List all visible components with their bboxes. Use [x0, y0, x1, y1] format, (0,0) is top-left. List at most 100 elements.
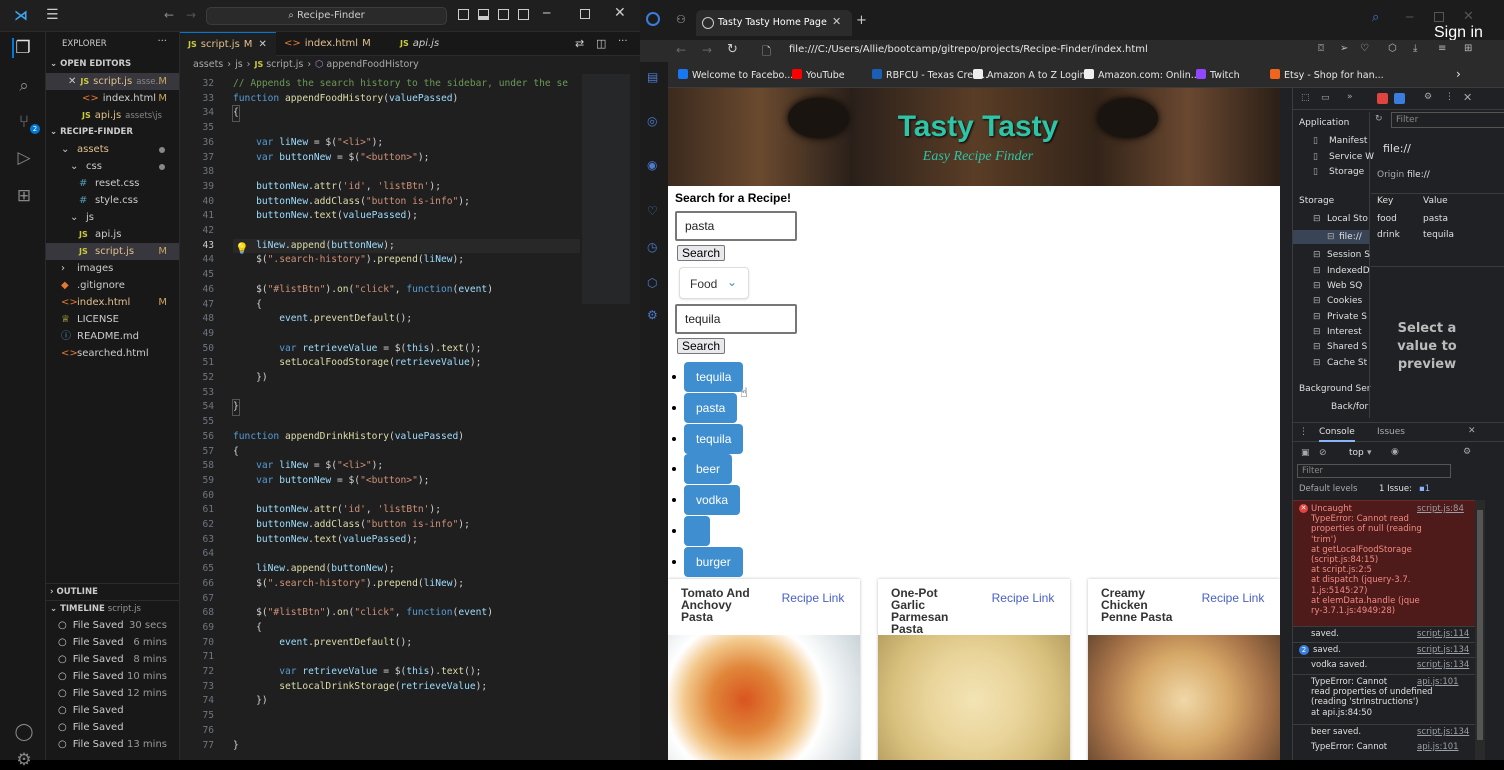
edge-profile-icon[interactable] — [646, 12, 660, 26]
back-icon[interactable]: ← — [676, 43, 686, 57]
tree-item[interactable]: ♕ LICENSE — [46, 311, 179, 328]
tree-item[interactable]: ◆ .gitignore — [46, 277, 179, 294]
eye-icon[interactable]: ◉ — [1391, 447, 1399, 457]
back-arrow-icon[interactable]: ← — [164, 8, 174, 22]
history-button[interactable]: burger — [684, 546, 743, 577]
maximize-icon[interactable] — [1434, 12, 1444, 22]
more-tabs-icon[interactable]: » — [1347, 92, 1353, 102]
run-debug-icon[interactable]: ▷ — [14, 148, 34, 168]
search-icon[interactable]: ⌕ — [1372, 10, 1379, 25]
devtools-settings-icon[interactable]: ⚙ — [1424, 92, 1432, 102]
bookmark-item[interactable]: YouTube — [792, 69, 845, 81]
bookmark-item[interactable]: RBFCU - Texas Cred... — [872, 69, 988, 81]
timeline-header[interactable]: ⌄ TIMELINE script.js — [46, 600, 179, 617]
tree-item[interactable]: JS script.js M — [46, 243, 179, 260]
project-header[interactable]: ⌄ RECIPE-FINDER — [46, 124, 179, 141]
open-editor-item[interactable]: ✕ JS script.js asse... M — [46, 73, 179, 90]
log-source-link[interactable]: api.js:101 — [1417, 742, 1459, 752]
more-actions-icon[interactable]: ··· — [157, 36, 167, 47]
settings-menu-icon[interactable]: ≡ — [1438, 43, 1446, 54]
timeline-item[interactable]: ○ File Saved 13 mins — [46, 736, 179, 753]
explorer-icon[interactable]: ❐ — [12, 38, 32, 58]
app-item[interactable]: Service W — [1329, 152, 1374, 162]
media-icon[interactable]: ◉ — [647, 158, 657, 172]
storage-item[interactable]: Web SQ — [1327, 281, 1362, 291]
back-forward-cache-item[interactable]: Back/for — [1331, 402, 1368, 412]
issues-badge[interactable]: ▪1 — [1419, 484, 1430, 494]
forward-icon[interactable]: → — [702, 43, 712, 57]
code-editor[interactable]: 32 // Appends the search history to the s… — [180, 74, 580, 760]
extensions-icon[interactable]: ⊞ — [14, 186, 34, 206]
forward-arrow-icon[interactable]: → — [186, 8, 196, 22]
device-icon[interactable]: ▭ — [1321, 93, 1330, 103]
console-tab[interactable]: Console — [1319, 427, 1355, 442]
editor-scrollbar[interactable] — [632, 74, 640, 760]
bookmark-item[interactable]: Welcome to Facebo... — [678, 69, 793, 81]
sidebar-toggle-icon[interactable]: ▣ — [1301, 448, 1310, 458]
console-settings-icon[interactable]: ⚙ — [1463, 447, 1471, 457]
open-editor-item[interactable]: <> index.html M — [46, 90, 179, 107]
devtools-close-icon[interactable]: ✕ — [1463, 91, 1472, 104]
workspaces-icon[interactable]: ⚇ — [676, 13, 686, 26]
storage-item[interactable]: Interest — [1327, 327, 1362, 337]
editor-tab[interactable]: JS script.js M ✕ — [180, 32, 276, 56]
lightbulb-icon[interactable]: 💡 — [235, 242, 249, 255]
tree-item[interactable]: # reset.css — [46, 175, 179, 192]
toggle-sidebar-icon[interactable] — [458, 9, 469, 20]
timeline-item[interactable]: ○ File Saved 8 mins — [46, 651, 179, 668]
editor-tab[interactable]: JS api.js — [392, 32, 492, 56]
storage-filter-input[interactable]: Filter — [1391, 112, 1504, 128]
log-source-link[interactable]: script.js:114 — [1417, 629, 1469, 639]
log-source-link[interactable]: script.js:134 — [1417, 727, 1469, 737]
tab-close-icon[interactable]: ✕ — [832, 15, 841, 28]
git-compare-icon[interactable]: ⇄ — [575, 37, 584, 50]
storage-item[interactable]: file:// — [1339, 232, 1362, 242]
issues-tab[interactable]: Issues — [1377, 427, 1405, 437]
tree-item[interactable]: › images — [46, 260, 179, 277]
storage-item[interactable]: Local Sto — [1327, 214, 1368, 224]
recipe-link[interactable]: Recipe Link — [1198, 591, 1268, 605]
account-icon[interactable]: ◯ — [14, 722, 34, 742]
breadcrumb-item[interactable]: js — [235, 59, 243, 70]
settings-icon[interactable]: ⚙ — [647, 308, 658, 322]
timeline-item[interactable]: ○ File Saved 12 mins — [46, 685, 179, 702]
tree-item[interactable]: ⌄ assets — [46, 141, 179, 158]
refresh-icon[interactable]: ↻ — [1375, 114, 1383, 124]
console-scrollbar[interactable] — [1475, 500, 1485, 760]
command-center[interactable]: ⌕ Recipe-Finder — [206, 7, 447, 25]
app-item[interactable]: Manifest — [1329, 136, 1367, 146]
browser-tab[interactable]: Tasty Tasty Home Page ✕ — [696, 10, 852, 36]
history-button[interactable]: pasta — [684, 392, 738, 423]
collections-sidebar-icon[interactable]: ▤ — [647, 70, 658, 84]
recipe-link[interactable]: Recipe Link — [778, 591, 848, 605]
send-icon[interactable]: ➢ — [1340, 43, 1348, 54]
close-icon[interactable]: ✕ — [68, 76, 76, 87]
context-select[interactable]: top — [1349, 448, 1364, 458]
breadcrumb-item[interactable]: script.js — [266, 59, 303, 70]
error-source-link[interactable]: script.js:84 — [1417, 504, 1464, 514]
timeline-item[interactable]: ○ File Saved — [46, 702, 179, 719]
bookmark-item[interactable]: Amazon A to Z Login — [973, 69, 1086, 81]
log-source-link[interactable]: script.js:134 — [1417, 645, 1469, 655]
history-button[interactable]: vodka — [684, 485, 741, 516]
error-count-icon[interactable] — [1377, 93, 1388, 104]
log-levels-dropdown[interactable]: Default levels — [1299, 484, 1357, 494]
console-filter-input[interactable]: Filter — [1297, 464, 1451, 478]
messenger-icon[interactable]: ◎ — [647, 114, 657, 128]
bookmark-item[interactable]: Twitch — [1196, 69, 1240, 81]
refresh-icon[interactable]: ↻ — [727, 42, 738, 57]
editor-more-icon[interactable]: ··· — [618, 36, 628, 47]
toggle-panel-icon[interactable] — [478, 9, 489, 20]
app-item[interactable]: Storage — [1329, 167, 1364, 177]
devtools-more-icon[interactable]: ⋮ — [1445, 92, 1454, 102]
storage-item[interactable]: Shared S — [1327, 342, 1367, 352]
customize-layout-icon[interactable] — [518, 9, 529, 20]
timeline-item[interactable]: ○ File Saved 30 secs — [46, 617, 179, 634]
open-editors-header[interactable]: ⌄ OPEN EDITORS — [46, 56, 179, 73]
timeline-item[interactable]: ○ File Saved 10 mins — [46, 668, 179, 685]
history-button[interactable]: tequila — [684, 423, 744, 454]
tree-item[interactable]: <>searched.html — [46, 345, 179, 362]
minimap[interactable] — [580, 74, 632, 760]
tree-item[interactable]: ⌄ js — [46, 209, 179, 226]
recipe-link[interactable]: Recipe Link — [988, 591, 1058, 605]
